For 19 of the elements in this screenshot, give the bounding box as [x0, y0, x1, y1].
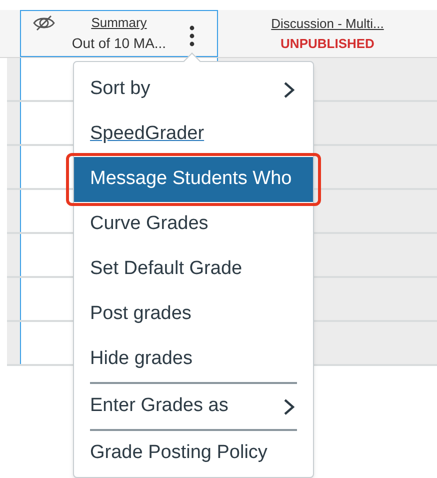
menu-item[interactable]: Enter Grades as — [74, 384, 313, 429]
menu-item[interactable]: Hide grades — [74, 337, 313, 382]
column-header[interactable]: Discussion - Multi... UNPUBLISHED — [218, 10, 437, 57]
menu-item[interactable]: Message Students Who — [74, 157, 313, 202]
menu-item[interactable]: Sort by — [74, 67, 313, 112]
menu-item[interactable]: Post grades — [74, 292, 313, 337]
column-header[interactable]: Summary Out of 10 MA... — [20, 10, 218, 57]
hidden-eye-icon — [33, 15, 55, 31]
menu-item[interactable]: Grade Posting Policy — [74, 431, 313, 476]
more-options-icon[interactable] — [189, 25, 195, 47]
menu-item[interactable]: Curve Grades — [74, 202, 313, 247]
status-label: UNPUBLISHED — [280, 34, 374, 52]
menu-item[interactable]: Set Default Grade — [74, 247, 313, 292]
column-points: Out of 10 MA... — [72, 34, 166, 53]
chevron-right-icon — [283, 80, 295, 98]
column-title[interactable]: Discussion - Multi... — [271, 14, 384, 34]
menu-item[interactable]: SpeedGrader — [74, 112, 313, 157]
column-title[interactable]: Summary — [91, 13, 147, 33]
chevron-right-icon — [283, 398, 295, 416]
